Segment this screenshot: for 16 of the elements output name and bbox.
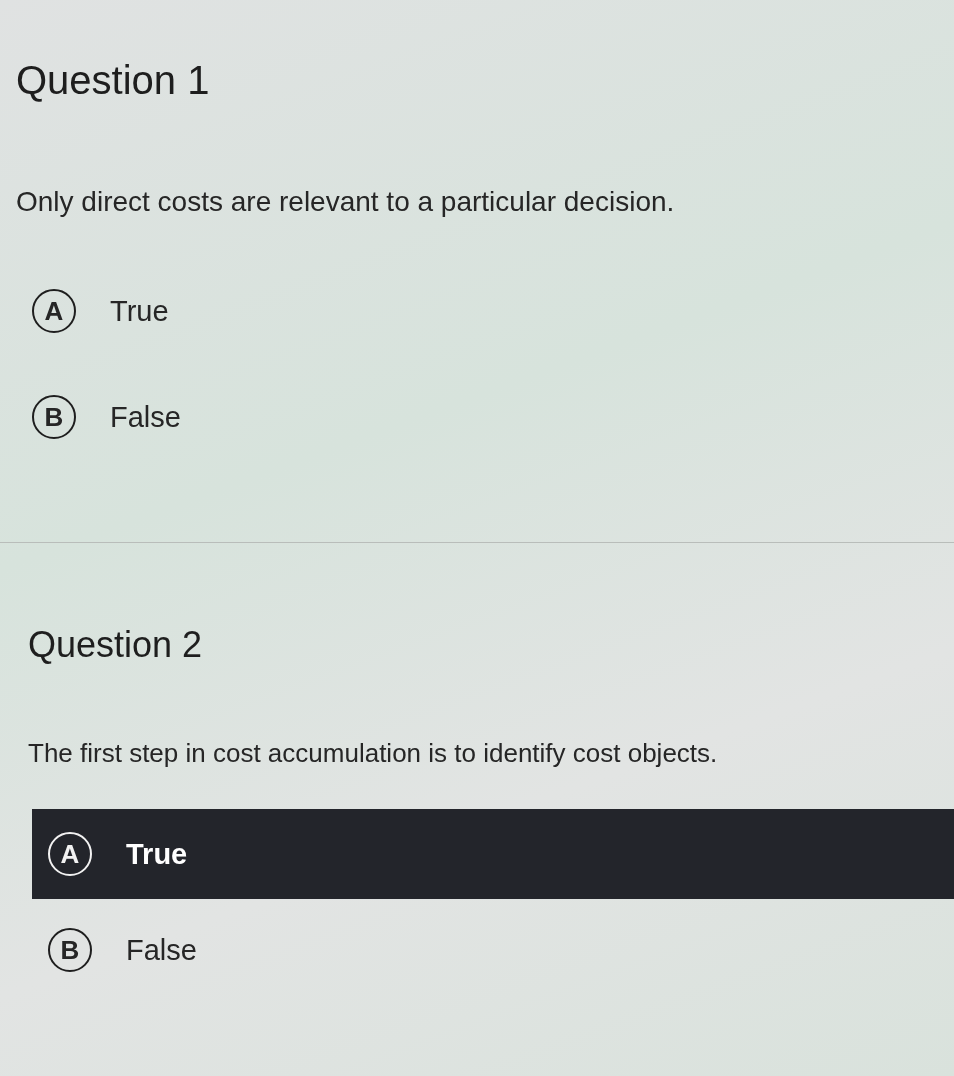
answer-option[interactable]: A True — [16, 266, 954, 356]
option-label: True — [110, 294, 169, 328]
option-letter: A — [48, 832, 92, 876]
answer-option[interactable]: A True — [32, 809, 954, 899]
question-title: Question 1 — [16, 57, 210, 104]
answer-option[interactable]: B False — [16, 372, 954, 462]
option-letter: B — [32, 395, 76, 439]
option-letter: B — [48, 928, 92, 972]
option-label: True — [126, 837, 188, 871]
option-label: False — [126, 933, 197, 967]
answer-option[interactable]: B False — [32, 905, 954, 995]
question-text: Only direct costs are relevant to a particular decision. — [16, 185, 675, 219]
option-label: False — [110, 400, 181, 434]
option-letter: A — [32, 289, 76, 333]
question-title: Question 2 — [28, 623, 203, 667]
question-text: The first step in cost accumulation is to identify cost objects. — [28, 737, 718, 770]
